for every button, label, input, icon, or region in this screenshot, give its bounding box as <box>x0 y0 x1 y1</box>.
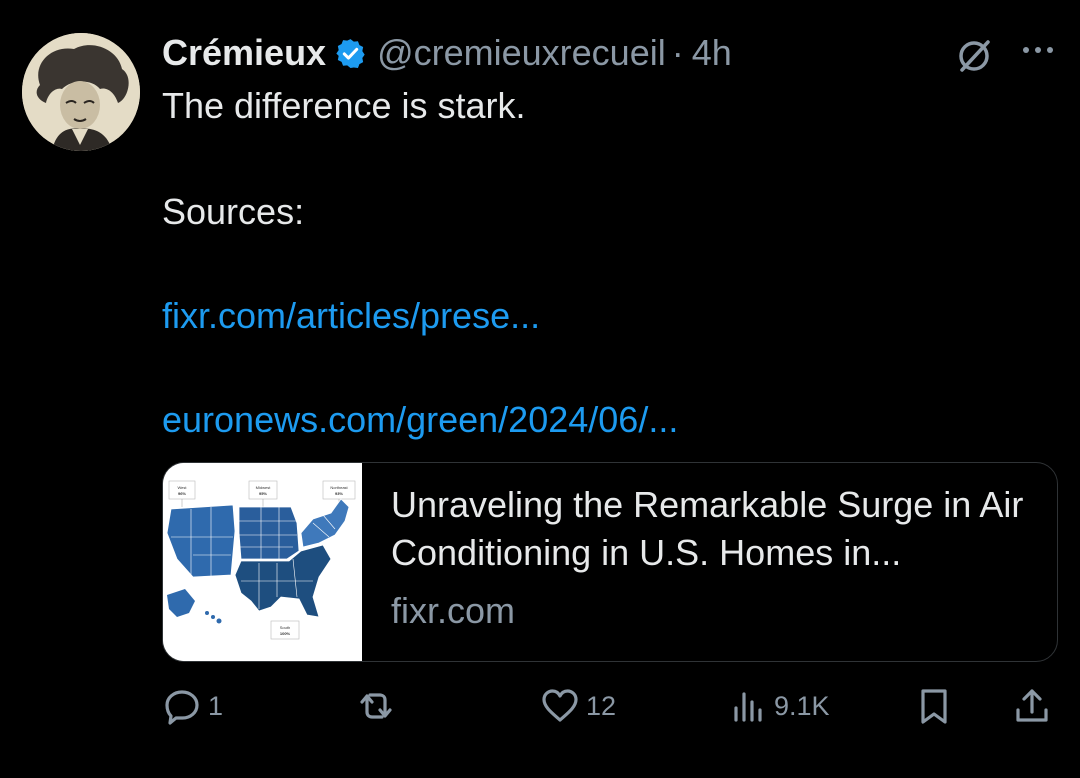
card-map-image: West 96% Midwest 95% Northeast 93% South… <box>163 463 362 661</box>
like-icon <box>542 689 578 722</box>
map-label-midwest-pct: 95% <box>259 491 267 496</box>
source-link-fixr[interactable]: fixr.com/articles/prese... <box>162 296 540 336</box>
views-button[interactable]: 9.1K <box>728 684 830 728</box>
bookmark-icon <box>921 689 947 724</box>
map-label-midwest: Midwest <box>256 485 272 490</box>
map-label-west: West <box>177 485 187 490</box>
tweet-text-line: Sources: <box>162 191 305 232</box>
reply-button[interactable]: 1 <box>162 684 223 728</box>
author-name[interactable]: Crémieux <box>162 32 326 74</box>
card-title[interactable]: Unraveling the Remarkable Surge in Air C… <box>391 481 1041 577</box>
reply-count: 1 <box>208 690 224 721</box>
map-label-south-pct: 100% <box>280 631 291 636</box>
view-count: 9.1K <box>774 690 830 721</box>
retweet-button[interactable] <box>356 684 396 728</box>
like-count: 12 <box>586 690 617 721</box>
map-label-northeast-pct: 93% <box>335 491 343 496</box>
card-domain: fixr.com <box>391 590 516 631</box>
tweet-timestamp[interactable]: 4h <box>692 32 732 74</box>
tweet-text-line: The difference is stark. <box>162 85 526 126</box>
map-label-west-pct: 96% <box>178 491 186 496</box>
bookmark-button[interactable] <box>914 684 954 728</box>
author-handle[interactable]: @cremieuxrecueil <box>377 32 666 74</box>
share-icon <box>1016 689 1048 722</box>
avatar-illustration <box>22 33 140 151</box>
reply-icon <box>165 690 199 725</box>
separator-dot: · <box>671 32 684 73</box>
author-avatar[interactable] <box>22 33 140 151</box>
link-preview-card[interactable]: West 96% Midwest 95% Northeast 93% South… <box>162 462 1058 662</box>
views-icon <box>734 692 762 722</box>
verified-badge-icon <box>336 38 365 68</box>
like-button[interactable]: 12 <box>540 684 616 728</box>
us-map-image: West 96% Midwest 95% Northeast 93% South… <box>163 463 362 661</box>
map-label-northeast: Northeast <box>330 485 348 490</box>
source-link-euronews[interactable]: euronews.com/green/2024/06/... <box>162 400 678 440</box>
grok-icon[interactable] <box>954 36 994 76</box>
more-icon[interactable] <box>1018 38 1058 62</box>
share-button[interactable] <box>1012 684 1052 728</box>
tweet-header: Crémieux @cremieuxrecueil · 4h <box>162 30 732 76</box>
retweet-icon <box>360 693 392 719</box>
map-label-south: South <box>280 625 290 630</box>
